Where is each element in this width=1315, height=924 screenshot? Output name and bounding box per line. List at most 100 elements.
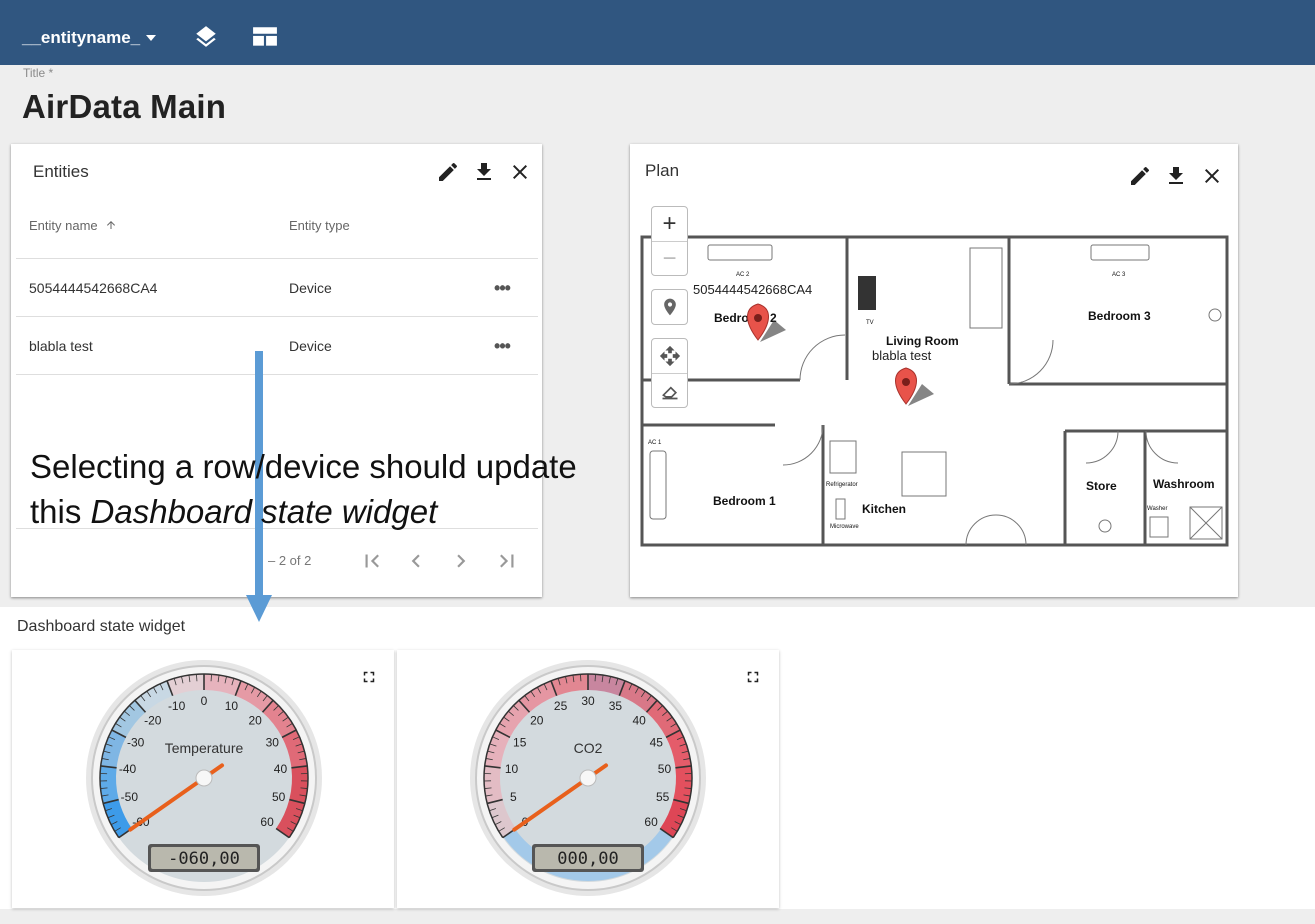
gauge-tick-label: 30 — [266, 735, 280, 749]
fixture-label: Washer — [1147, 506, 1167, 512]
gauge-tick-label: -50 — [121, 790, 139, 804]
more-horiz-icon[interactable]: ••• — [490, 337, 514, 357]
fixture-label: AC 2 — [736, 272, 750, 278]
chevron-left-icon[interactable] — [403, 548, 429, 574]
close-icon[interactable] — [508, 160, 532, 184]
layers-icon[interactable] — [193, 24, 219, 50]
gauge-color-band — [551, 674, 589, 696]
map-marker-icon[interactable] — [895, 367, 935, 406]
gauge-tick-label: -30 — [127, 735, 145, 749]
zoom-control: + − — [651, 206, 688, 276]
gauge-tick-label: 25 — [554, 699, 568, 713]
more-horiz-icon[interactable]: ••• — [490, 279, 514, 299]
annotation-text: Selecting a row/device should update thi… — [30, 444, 577, 534]
fullscreen-icon[interactable] — [360, 668, 378, 686]
gauge-tick-label: 50 — [658, 762, 672, 776]
erase-button[interactable] — [652, 373, 687, 407]
gauge-color-band — [203, 674, 241, 696]
gauge-title: Temperature — [165, 740, 244, 756]
gauge-tick — [580, 674, 582, 682]
gauge-color-band — [100, 765, 119, 804]
gauge-tick-label: 60 — [644, 815, 658, 829]
gauge-tick — [196, 674, 198, 682]
gauge-color-band — [484, 765, 503, 804]
gauge-hub — [579, 769, 597, 787]
edit-icon[interactable] — [436, 160, 460, 184]
column-header-entity-type[interactable]: Entity type — [289, 218, 350, 233]
co2-gauge: 051015202530354045505560CO2000,00 — [470, 660, 706, 896]
zoom-out-button[interactable]: − — [652, 241, 687, 275]
title-field-label: Title * — [23, 66, 54, 80]
gauge-title: CO2 — [574, 740, 603, 756]
column-header-entity-name[interactable]: Entity name — [29, 218, 117, 233]
gauge-tick-label: 20 — [530, 713, 544, 727]
room-label: Kitchen — [862, 502, 906, 516]
column-header-entity-name-label: Entity name — [29, 218, 98, 233]
chevron-right-icon[interactable] — [448, 548, 474, 574]
gauge-hub — [195, 769, 213, 787]
gauge-tick-label: 15 — [513, 735, 527, 749]
plan-widget-title: Plan — [645, 161, 680, 180]
gauge-tick-label: 40 — [633, 713, 647, 727]
caret-down-icon — [146, 35, 157, 41]
gauge-tick-label: 20 — [249, 713, 263, 727]
edit-tools — [651, 338, 688, 408]
gauge-tick-label: 60 — [260, 815, 274, 829]
gauge-tick-label: 50 — [272, 790, 286, 804]
top-toolbar: __entityname_ — [0, 0, 1315, 65]
edit-icon[interactable] — [1128, 164, 1152, 188]
download-icon[interactable] — [1164, 164, 1188, 188]
gauge-color-band — [289, 765, 308, 804]
room-label: Bedroom 3 — [1088, 309, 1151, 323]
temperature-gauge: -60-50-40-30-20-100102030405060Temperatu… — [86, 660, 322, 896]
room-label: Living Room — [886, 334, 959, 348]
entities-widget-title: Entities — [33, 162, 89, 181]
download-icon[interactable] — [472, 160, 496, 184]
entity-alias-select[interactable]: __entityname_ — [22, 28, 157, 48]
room-label: Washroom — [1153, 477, 1215, 491]
gauge-tick-label: -20 — [144, 713, 162, 727]
map-marker-icon[interactable] — [747, 303, 787, 342]
first-page-icon[interactable] — [359, 548, 385, 574]
gauge-color-band — [587, 674, 625, 696]
gauge-tick-label: 10 — [225, 699, 239, 713]
room-label: Bedroom 1 — [713, 494, 776, 508]
dashboard-title-input[interactable]: AirData Main — [22, 88, 226, 126]
marker-label: 5054444542668CA4 — [693, 282, 812, 297]
close-icon[interactable] — [1200, 164, 1224, 188]
room-label: Store — [1086, 479, 1117, 493]
entity-type-cell: Device — [289, 338, 332, 354]
annotation-line-2-prefix: this — [30, 493, 91, 530]
row-divider — [16, 374, 538, 375]
fullscreen-icon[interactable] — [744, 668, 762, 686]
entity-type-cell: Device — [289, 280, 332, 296]
gauge-tick-label: 45 — [650, 735, 664, 749]
layout-icon[interactable] — [252, 26, 278, 48]
gauge-tick-label: 55 — [656, 790, 670, 804]
header-divider — [16, 258, 538, 259]
dashboard-state-title: Dashboard state widget — [17, 618, 186, 635]
annotation-line-2-italic: Dashboard state widget — [90, 493, 438, 530]
row-divider — [16, 316, 538, 317]
location-pin-icon — [663, 298, 676, 316]
move-icon — [659, 345, 680, 367]
floor-plan-image[interactable]: Bedroom 2 Living Room Bedroom 3 Bedroom … — [640, 234, 1230, 548]
entity-name-cell: blabla test — [29, 338, 93, 354]
last-page-icon[interactable] — [494, 548, 520, 574]
gauge-tick — [210, 674, 212, 682]
gauge-tick-label: -40 — [119, 762, 137, 776]
add-marker-button[interactable] — [651, 289, 688, 325]
entity-name-cell: 5054444542668CA4 — [29, 280, 158, 296]
pagination-range: – 2 of 2 — [268, 553, 312, 568]
marker-label: blabla test — [872, 348, 932, 363]
gauge-tick-label: 5 — [510, 790, 517, 804]
gauge-value-readout: -060,00 — [168, 849, 240, 869]
move-button[interactable] — [652, 339, 687, 373]
gauge-tick — [594, 674, 596, 682]
fixture-label: Refrigerator — [826, 482, 858, 488]
eraser-icon — [661, 385, 677, 399]
gauge-tick-label: 10 — [505, 762, 519, 776]
fixture-label: TV — [866, 320, 874, 326]
zoom-in-button[interactable]: + — [652, 207, 687, 241]
arrow-up-icon — [107, 221, 116, 229]
